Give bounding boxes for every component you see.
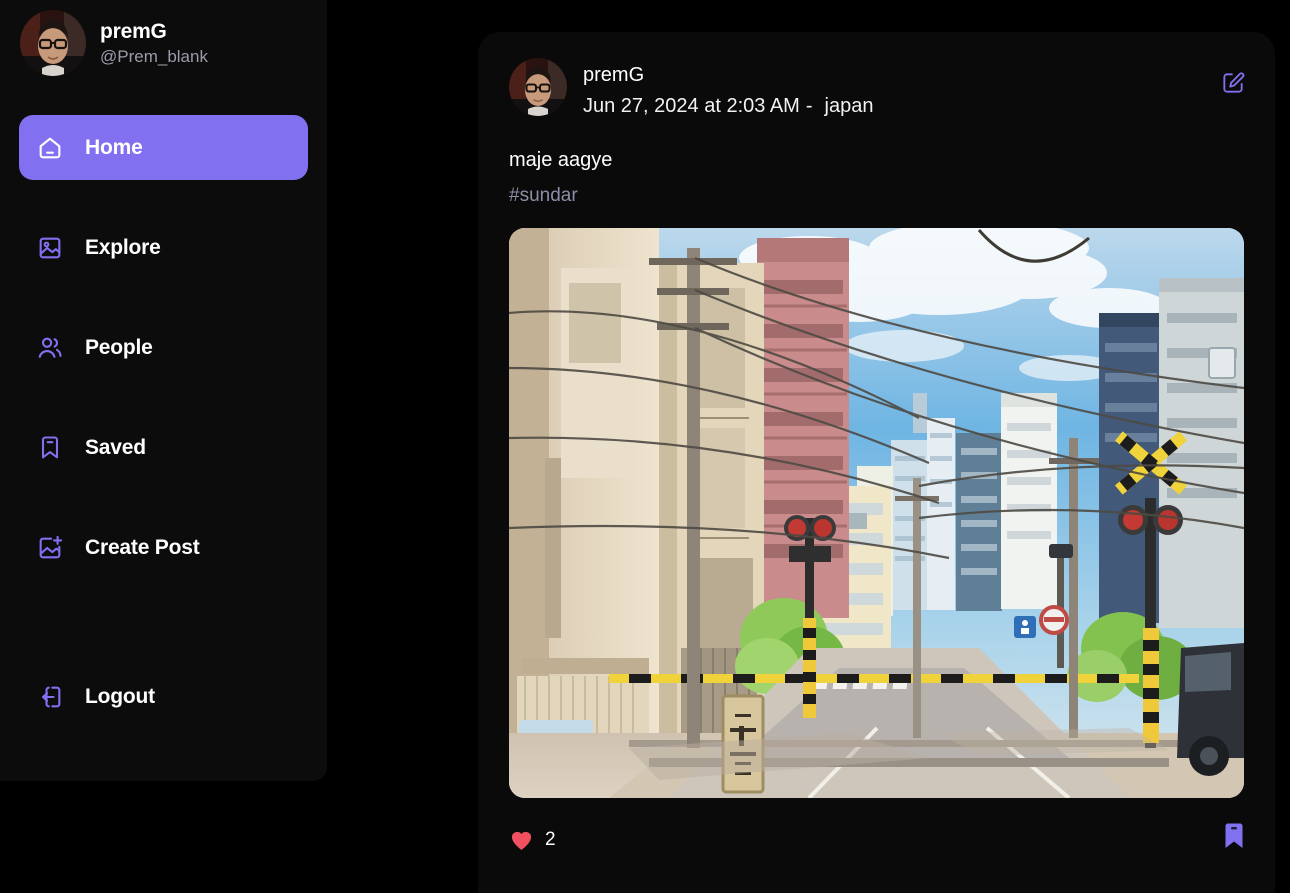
- sidebar-item-people[interactable]: People: [19, 315, 308, 380]
- sidebar-nav: Home Explore People Saved Create Post Lo…: [0, 115, 327, 729]
- add-image-icon: [35, 533, 65, 563]
- sidebar-item-label: Saved: [85, 435, 146, 459]
- logout-icon: [35, 682, 65, 712]
- profile-name: premG: [100, 20, 167, 44]
- app-root: premG @Prem_blank Home Explore People Sa…: [0, 0, 1290, 893]
- sidebar-profile[interactable]: premG @Prem_blank: [0, 0, 327, 76]
- post-author-avatar[interactable]: [509, 58, 567, 116]
- sidebar-item-label: Create Post: [85, 535, 200, 559]
- sidebar-item-home[interactable]: Home: [19, 115, 308, 180]
- save-post-button[interactable]: [1223, 823, 1245, 849]
- sidebar-item-label: Explore: [85, 235, 161, 259]
- post-location: japan: [824, 94, 874, 117]
- bookmark-filled-icon: [1223, 823, 1245, 849]
- sidebar-item-label: Home: [85, 135, 143, 159]
- post-subline: Jun 27, 2024 at 2:03 AM - japan: [583, 93, 873, 120]
- post-separator: -: [805, 94, 813, 117]
- bookmark-icon: [35, 433, 65, 463]
- post-header: premG Jun 27, 2024 at 2:03 AM - japan: [509, 58, 1245, 119]
- profile-handle: @Prem_blank: [100, 46, 208, 66]
- like-count: 2: [545, 829, 556, 851]
- people-icon: [35, 333, 65, 363]
- post-author-name: premG: [583, 64, 645, 86]
- post-actions: 2: [509, 820, 1244, 860]
- post-hashtag[interactable]: #sundar: [509, 185, 578, 207]
- post-timestamp: Jun 27, 2024 at 2:03 AM: [583, 94, 800, 117]
- sidebar-item-label: People: [85, 335, 153, 359]
- like-button[interactable]: 2: [509, 828, 556, 853]
- sidebar-item-explore[interactable]: Explore: [19, 215, 308, 280]
- sidebar-item-logout[interactable]: Logout: [19, 664, 308, 729]
- edit-icon: [1220, 70, 1246, 101]
- sidebar-profile-text: premG @Prem_blank: [100, 20, 208, 66]
- avatar: [20, 10, 86, 76]
- heart-filled-icon: [509, 828, 534, 853]
- sidebar-item-saved[interactable]: Saved: [19, 415, 308, 480]
- home-icon: [35, 133, 65, 163]
- post-card: premG Jun 27, 2024 at 2:03 AM - japan maje…: [478, 32, 1275, 893]
- post-caption: maje aagye: [509, 149, 613, 172]
- explore-icon: [35, 233, 65, 263]
- post-image[interactable]: [509, 228, 1244, 799]
- sidebar-item-label: Logout: [85, 684, 155, 708]
- edit-post-button[interactable]: [1218, 70, 1248, 100]
- post-meta: premG Jun 27, 2024 at 2:03 AM - japan: [583, 58, 873, 119]
- sidebar: premG @Prem_blank Home Explore People Sa…: [0, 0, 327, 781]
- sidebar-item-create-post[interactable]: Create Post: [19, 515, 308, 580]
